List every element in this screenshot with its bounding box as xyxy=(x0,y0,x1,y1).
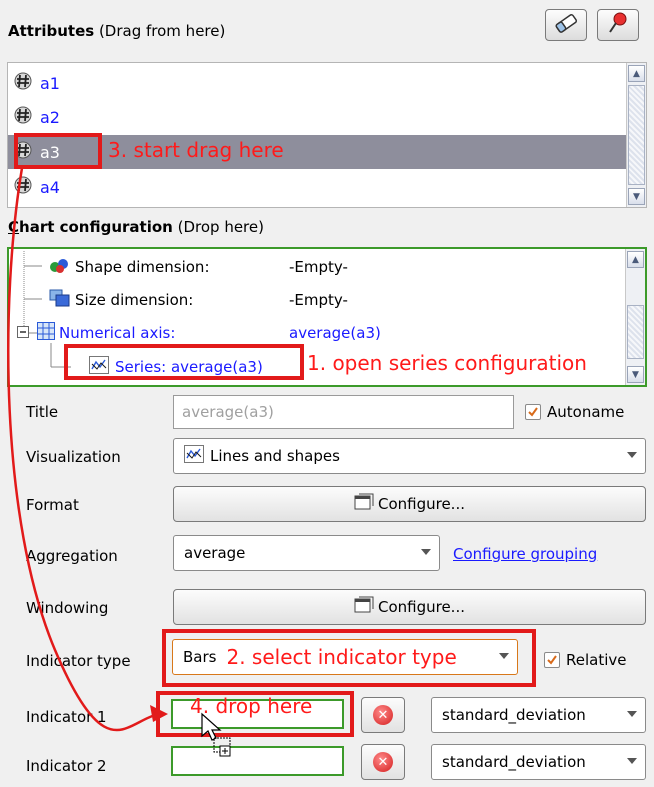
shapes-icon xyxy=(49,257,71,277)
drag-source-highlight xyxy=(14,133,102,169)
relative-checkbox[interactable]: Relative xyxy=(544,651,627,669)
relative-label: Relative xyxy=(566,651,627,669)
eraser-icon xyxy=(554,13,578,37)
pin-icon xyxy=(607,11,629,39)
scroll-thumb[interactable] xyxy=(627,305,644,359)
chart-config-title-prefix: C xyxy=(8,218,20,236)
list-item[interactable]: a1 xyxy=(8,66,628,100)
scroll-up-button[interactable]: ▲ xyxy=(627,251,644,268)
list-item[interactable]: a4 xyxy=(8,170,628,204)
chart-config-header: Chart configuration (Drop here) xyxy=(8,218,264,236)
checkbox-checked-icon xyxy=(525,404,541,420)
aggregation-value: average xyxy=(184,544,246,562)
tree-item-size-dimension[interactable]: Size dimension: -Empty- xyxy=(49,283,348,317)
chevron-down-icon xyxy=(627,711,637,717)
indicator2-function-value: standard_deviation xyxy=(442,753,586,771)
hash-icon xyxy=(14,176,32,198)
tree-item-shape-dimension[interactable]: Shape dimension: -Empty- xyxy=(49,250,348,284)
tree-item-value: -Empty- xyxy=(289,291,348,309)
indicator-type-label: Indicator type xyxy=(26,652,131,670)
table-icon xyxy=(37,322,55,344)
tree-item-label: Numerical axis: xyxy=(59,324,176,342)
collapse-icon[interactable] xyxy=(17,324,29,342)
window-icon xyxy=(354,596,374,618)
attributes-header: Attributes (Drag from here) xyxy=(8,22,225,40)
configure-grouping-link[interactable]: Configure grouping xyxy=(453,545,597,563)
configure-label: Configure... xyxy=(377,598,465,616)
windowing-configure-button[interactable]: Configure... xyxy=(173,589,646,625)
attributes-hint: (Drag from here) xyxy=(94,22,226,40)
drag-cursor-icon xyxy=(201,712,231,757)
windowing-label: Windowing xyxy=(26,599,109,617)
aggregation-label: Aggregation xyxy=(26,547,118,565)
title-label: Title xyxy=(26,403,59,421)
scroll-down-button[interactable]: ▼ xyxy=(627,366,644,383)
tree-item-label: Size dimension: xyxy=(75,291,194,309)
series-highlight xyxy=(64,344,304,380)
clear-button[interactable] xyxy=(545,9,587,41)
chart-config-hint: (Drop here) xyxy=(172,218,264,236)
attributes-list[interactable]: a1 a2 a3 a4 ▲ ▼ xyxy=(7,62,647,208)
size-icon xyxy=(49,289,71,311)
configure-label: Configure... xyxy=(377,495,465,513)
tree-item-value: average(a3) xyxy=(289,324,381,342)
aggregation-select[interactable]: average xyxy=(173,535,440,571)
autoname-checkbox[interactable]: Autoname xyxy=(525,403,624,421)
list-item-label: a2 xyxy=(40,107,60,127)
autoname-label: Autoname xyxy=(547,403,625,421)
indicator2-label: Indicator 2 xyxy=(26,757,107,775)
indicator1-function-value: standard_deviation xyxy=(442,706,586,724)
step1-annotation: 1. open series configuration xyxy=(307,351,587,375)
chart-config-scrollbar[interactable]: ▲ ▼ xyxy=(625,249,645,385)
hash-icon xyxy=(14,72,32,94)
visualization-label: Visualization xyxy=(26,448,121,466)
tree-item-value: -Empty- xyxy=(289,258,348,276)
indicator2-function-select[interactable]: standard_deviation xyxy=(431,744,646,780)
close-icon: ✕ xyxy=(373,705,393,725)
chevron-down-icon xyxy=(627,452,637,458)
indicator2-drop-field[interactable] xyxy=(171,746,344,776)
scroll-up-button[interactable]: ▲ xyxy=(628,65,645,82)
close-icon: ✕ xyxy=(373,752,393,772)
attributes-title: Attributes xyxy=(8,22,95,40)
list-item-label: a1 xyxy=(40,73,60,93)
visualization-value: Lines and shapes xyxy=(210,447,340,465)
scroll-thumb[interactable] xyxy=(628,85,645,185)
scroll-down-button[interactable]: ▼ xyxy=(628,188,645,205)
chevron-down-icon xyxy=(421,549,431,555)
chart-config-title: hart configuration xyxy=(19,218,173,236)
indicator-type-highlight xyxy=(162,629,536,687)
indicator1-label: Indicator 1 xyxy=(26,708,107,726)
format-label: Format xyxy=(26,496,79,514)
format-configure-button[interactable]: Configure... xyxy=(173,486,646,522)
window-icon xyxy=(354,493,374,515)
indicator2-clear-button[interactable]: ✕ xyxy=(361,744,405,780)
series-icon xyxy=(184,445,204,467)
pin-button[interactable] xyxy=(597,9,639,41)
attributes-scrollbar[interactable]: ▲ ▼ xyxy=(626,63,646,207)
tree-item-label: Shape dimension: xyxy=(75,258,210,276)
list-item[interactable]: a2 xyxy=(8,100,628,134)
visualization-select[interactable]: Lines and shapes xyxy=(173,438,646,474)
indicator1-function-select[interactable]: standard_deviation xyxy=(431,697,646,733)
checkbox-checked-icon xyxy=(544,652,560,668)
list-item-label: a4 xyxy=(40,177,60,197)
hash-icon xyxy=(14,106,32,128)
chevron-down-icon xyxy=(627,758,637,764)
step3-annotation: 3. start drag here xyxy=(108,138,284,162)
indicator1-clear-button[interactable]: ✕ xyxy=(361,697,405,733)
title-input[interactable]: average(a3) xyxy=(173,395,514,429)
